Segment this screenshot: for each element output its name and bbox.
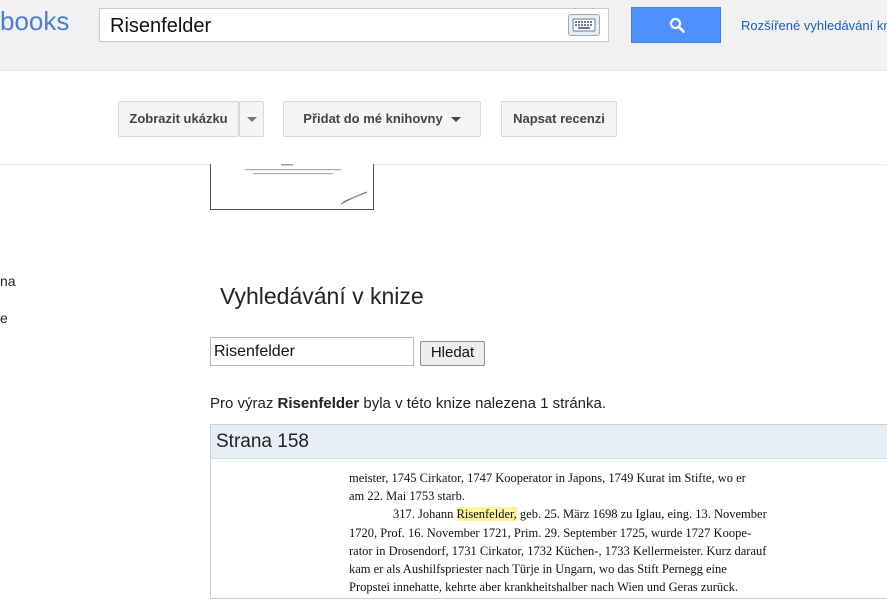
- snippet-line: 1720, Prof. 16. November 1721, Prim. 29.…: [349, 525, 752, 540]
- sidebar-fragment[interactable]: e: [0, 310, 8, 326]
- preview-button[interactable]: Zobrazit ukázku: [118, 101, 239, 137]
- snippet-line: 317. Johann Risenfelder, geb. 25. März 1…: [349, 505, 887, 523]
- keyboard-icon[interactable]: [568, 14, 600, 36]
- write-review-button[interactable]: Napsat recenzi: [501, 101, 617, 137]
- chevron-down-icon: [450, 117, 461, 123]
- snippet-text: geb. 25. März 1698 zu Iglau, eing. 13. N…: [516, 507, 767, 522]
- summary-term: Risenfelder: [277, 395, 360, 412]
- book-search-title: Vyhledávání v knize: [220, 283, 424, 309]
- snippet-line: Propstei innehatte, kehrte aber krankhei…: [349, 580, 739, 595]
- preview-dropdown-button[interactable]: [239, 101, 264, 137]
- search-input[interactable]: [108, 12, 552, 40]
- search-button[interactable]: [631, 7, 721, 43]
- page-snippet[interactable]: meister, 1745 Cirkator, 1747 Kooperator …: [349, 469, 887, 596]
- book-search-button[interactable]: Hledat: [420, 341, 485, 366]
- write-review-label: Napsat recenzi: [513, 111, 605, 126]
- result-header: Strana 158: [211, 425, 887, 459]
- top-bar: books Rozšířené vyhledávání kni: [0, 0, 887, 71]
- summary-suffix: byla v této knize nalezena 1 stránka.: [359, 395, 607, 412]
- snippet-text: 317. Johann: [393, 507, 457, 522]
- search-icon: [669, 17, 685, 33]
- chevron-down-icon: [246, 117, 257, 123]
- search-highlight: Risenfelder,: [456, 507, 517, 522]
- preview-button-label: Zobrazit ukázku: [129, 111, 228, 126]
- search-box[interactable]: [99, 8, 609, 42]
- sidebar-fragment[interactable]: na: [0, 273, 16, 289]
- action-bar: Zobrazit ukázku Přidat do mé knihovny Na…: [0, 71, 887, 165]
- book-cover-thumbnail[interactable]: [210, 164, 374, 210]
- add-to-library-label: Přidat do mé knihovny: [303, 111, 443, 126]
- snippet-line: rator in Drosendorf, 1731 Cirkator, 1732…: [349, 543, 767, 558]
- snippet-line: meister, 1745 Cirkator, 1747 Kooperator …: [349, 471, 746, 485]
- summary-prefix: Pro výraz: [210, 395, 278, 412]
- search-result: Strana 158 meister, 1745 Cirkator, 1747 …: [210, 424, 887, 599]
- result-summary: Pro výraz Risenfelder byla v této knize …: [210, 395, 606, 412]
- advanced-search-link[interactable]: Rozšířené vyhledávání kni: [741, 18, 887, 33]
- book-search-input[interactable]: [210, 337, 414, 366]
- result-page-link[interactable]: Strana 158: [216, 431, 309, 453]
- books-logo[interactable]: books: [0, 6, 69, 37]
- snippet-line: kam er als Aushilfspriester nach Türje i…: [349, 562, 727, 577]
- add-to-library-button[interactable]: Přidat do mé knihovny: [283, 101, 481, 137]
- snippet-line: am 22. Mai 1753 starb.: [349, 489, 465, 504]
